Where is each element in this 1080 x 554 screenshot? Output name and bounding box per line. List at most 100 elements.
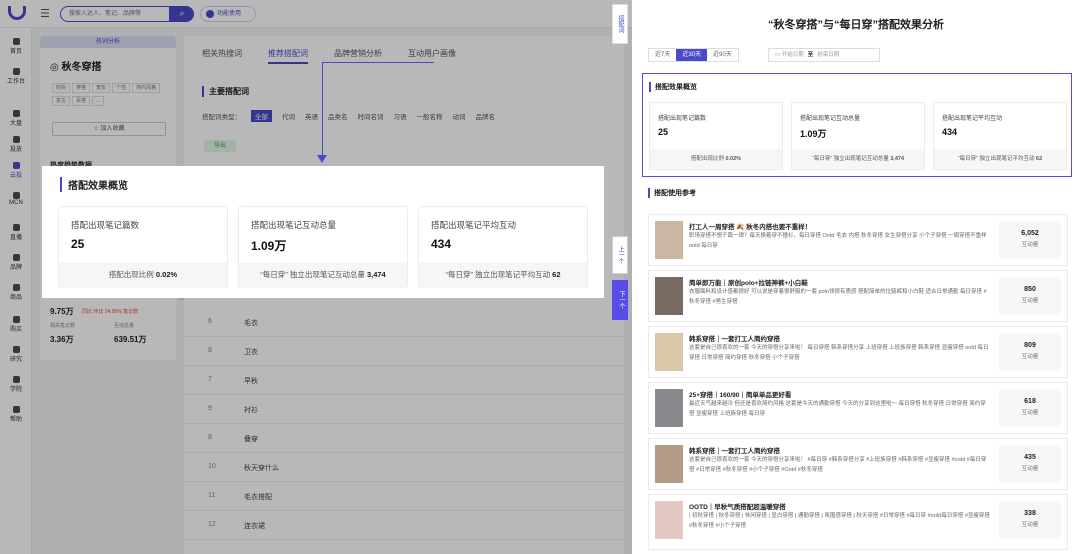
note-stat-value: 6,052 (1021, 230, 1039, 237)
note-title[interactable]: 打工人一周穿搭 🍂 秋冬内搭也要不重样！ (689, 221, 989, 231)
metric-card: 搭配出现笔记平均互动 434 “每日穿” 独立出现笔记平均互动 62 (933, 102, 1067, 170)
popup-title: 搭配效果概览 (60, 177, 128, 192)
metric-foot-value: 3,474 (890, 156, 904, 162)
range-30d[interactable]: 近30天 (676, 49, 708, 61)
note-stat-value: 618 (1024, 398, 1036, 405)
note-item[interactable]: OOTD｜早秋气质搭配超温暖穿搭 | 初秋穿搭 | 秋冬穿搭 | 休闲穿搭 | … (648, 494, 1068, 550)
metric-label: 搭配出现笔记篇数 (658, 116, 707, 122)
note-thumbnail[interactable] (655, 277, 683, 315)
note-stat-label: 互动量 (1021, 298, 1039, 304)
date-range-picker[interactable]: ▭ 开始日期至结束日期 (768, 48, 880, 62)
note-stat-label: 互动量 (1021, 242, 1039, 248)
range-90d[interactable]: 近90天 (707, 49, 738, 61)
metric-value: 25 (71, 237, 85, 251)
metric-foot-label: “每日穿” 独立出现笔记互动总量 (260, 270, 365, 279)
overview-popup: 搭配效果概览 搭配出现笔记篇数 25 搭配出现比例 0.02% 搭配出现笔记互动… (42, 166, 604, 298)
note-title[interactable]: 25+穿搭｜160/90｜简单单品更好看 (689, 389, 989, 399)
prev-button[interactable]: 上一个 (612, 236, 628, 274)
note-thumbnail[interactable] (655, 445, 683, 483)
analysis-panel: “秋冬穿搭”与“每日穿”搭配效果分析 近7天 近30天 近90天 ▭ 开始日期至结束… (632, 0, 1080, 554)
metric-card: 搭配出现笔记篇数 25 搭配出现比例 0.02% (58, 206, 228, 288)
note-item[interactable]: 韩系穿搭｜一套打工人简约穿搭 这套是自己很喜欢的一套 今天的穿搭分享来啦！ 每日… (648, 326, 1068, 378)
overview-box: 搭配效果概览 搭配出现笔记篇数 25 搭配出现比例 0.02% 搭配出现笔记互动… (642, 73, 1072, 177)
note-stat-value: 809 (1024, 342, 1036, 349)
note-stat: 618 互动量 (999, 389, 1061, 427)
note-text: 这套是自己很喜欢的一套 今天的穿搭分享来啦！ #每日穿 #韩系穿搭分享 #上班族… (689, 457, 987, 473)
note-stat: 338 互动量 (999, 501, 1061, 539)
date-sep: 至 (807, 52, 814, 58)
note-stat-value: 435 (1024, 454, 1036, 461)
overview-title: 搭配效果概览 (649, 82, 697, 92)
metric-label: 搭配出现笔记篇数 (71, 220, 140, 230)
note-title[interactable]: 韩系穿搭｜一套打工人简约穿搭 (689, 333, 989, 343)
next-button[interactable]: 下一个 (612, 280, 628, 320)
metric-foot-label: “每日穿” 独立出现笔记平均互动 (957, 156, 1035, 162)
note-title[interactable]: 简单即万能｜原创polo+拉链神裤+小白鞋 (689, 277, 989, 287)
note-item[interactable]: 25+穿搭｜160/90｜简单单品更好看 最近天气越来越冷 但还是喜欢简约风格 … (648, 382, 1068, 434)
note-thumbnail[interactable] (655, 333, 683, 371)
note-stat: 435 互动量 (999, 445, 1061, 483)
metric-foot: “每日穿” 独立出现笔记互动总量 3,474 (239, 262, 407, 288)
note-item[interactable]: 简单即万能｜原创polo+拉链神裤+小白鞋 衣服面料和设计感都很好 可以说是穿着… (648, 270, 1068, 322)
connector-line (322, 62, 434, 63)
left-app-screenshot: ☰ 搜索入达人、笔记、品牌等 ⌕ 功能使用 首页 工作台 大盘 投放 云投 MC… (0, 0, 632, 554)
metric-label: 搭配出现笔记平均互动 (431, 220, 517, 230)
metric-foot-value: 3,474 (366, 270, 386, 279)
note-text: 最近天气越来越冷 但还是喜欢简约风格 这套是今天的通勤穿搭 今天的分享到这里啦～… (689, 401, 986, 417)
note-thumbnail[interactable] (655, 501, 683, 539)
date-start: 开始日期 (781, 52, 804, 58)
note-text: 衣服面料和设计感都很好 可以说是穿着很舒服的一套 polo领很有质感 搭配简单的… (689, 289, 987, 305)
note-stat-value: 850 (1024, 286, 1036, 293)
range-7d[interactable]: 近7天 (649, 49, 676, 61)
metric-foot: “每日穿” 独立出现笔记平均互动 62 (419, 262, 587, 288)
metric-label: 搭配出现笔记平均互动 (942, 116, 1003, 122)
metric-card: 搭配出现笔记互动总量 1.09万 “每日穿” 独立出现笔记互动总量 3,474 (791, 102, 925, 170)
screen: ☰ 搜索入达人、笔记、品牌等 ⌕ 功能使用 首页 工作台 大盘 投放 云投 MC… (0, 0, 1080, 554)
note-title[interactable]: 韩系穿搭｜一套打工人简约穿搭 (689, 445, 989, 455)
metric-foot-label: “每日穿” 独立出现笔记互动总量 (812, 156, 889, 162)
note-stat-label: 互动量 (1021, 354, 1039, 360)
note-title[interactable]: OOTD｜早秋气质搭配超温暖穿搭 (689, 501, 989, 511)
metric-card: 搭配出现笔记平均互动 434 “每日穿” 独立出现笔记平均互动 62 (418, 206, 588, 288)
note-text: 这套是自己很喜欢的一套 今天的穿搭分享来啦！ 每日穿搭 韩系穿搭分享 上班穿搭 … (689, 345, 989, 361)
connector-line (322, 62, 323, 158)
note-stat-label: 互动量 (1021, 410, 1039, 416)
metric-value: 1.09万 (800, 129, 827, 139)
note-thumbnail[interactable] (655, 389, 683, 427)
note-stat-value: 338 (1024, 510, 1036, 517)
note-text: | 初秋穿搭 | 秋冬穿搭 | 休闲穿搭 | 显白穿搭 | 通勤穿搭 | 氛围感… (689, 513, 990, 529)
metric-foot: “每日穿” 独立出现笔记平均互动 62 (934, 149, 1066, 169)
note-thumbnail[interactable] (655, 221, 683, 259)
reference-title: 搭配使用参考 (648, 188, 696, 198)
note-item[interactable]: 打工人一周穿搭 🍂 秋冬内搭也要不重样！ 职场穿搭不想千篇一律？每天换着穿不撞衫… (648, 214, 1068, 266)
metric-card: 搭配出现笔记篇数 25 搭配出现比例 0.02% (649, 102, 783, 170)
metric-value: 434 (942, 127, 958, 137)
arrow-down-icon (317, 155, 327, 163)
note-stat: 809 互动量 (999, 333, 1061, 371)
metric-foot-value: 62 (552, 270, 561, 279)
calendar-icon: ▭ (775, 52, 781, 58)
metric-label: 搭配出现笔记互动总量 (800, 116, 861, 122)
metric-foot-value: 0.02% (155, 270, 178, 279)
note-item[interactable]: 韩系穿搭｜一套打工人简约穿搭 这套是自己很喜欢的一套 今天的穿搭分享来啦！ #每… (648, 438, 1068, 490)
metric-value: 1.09万 (251, 239, 287, 253)
note-stat-label: 互动量 (1021, 466, 1039, 472)
range-selector: 近7天 近30天 近90天 (648, 48, 739, 62)
collocation-side-button[interactable]: 搭配词 (612, 4, 628, 44)
metric-value: 25 (658, 127, 669, 137)
analysis-title: “秋冬穿搭”与“每日穿”搭配效果分析 (768, 19, 944, 31)
metric-foot: “每日穿” 独立出现笔记互动总量 3,474 (792, 149, 924, 169)
note-stat-label: 互动量 (1021, 522, 1039, 528)
note-stat: 850 互动量 (999, 277, 1061, 315)
metric-foot-value: 0.02% (725, 156, 742, 162)
metric-foot-value: 62 (1036, 156, 1043, 162)
metric-foot-label: 搭配出现比例 (690, 156, 724, 162)
note-text: 职场穿搭不想千篇一律？每天换着穿不撞衫，每日穿搭 Ootd 毛衣 内搭 秋冬穿搭… (689, 233, 987, 249)
metric-card: 搭配出现笔记互动总量 1.09万 “每日穿” 独立出现笔记互动总量 3,474 (238, 206, 408, 288)
metric-foot-label: “每日穿” 独立出现笔记平均互动 (445, 270, 551, 279)
note-stat: 6,052 互动量 (999, 221, 1061, 259)
metric-value: 434 (431, 237, 452, 251)
metric-label: 搭配出现笔记互动总量 (251, 220, 337, 230)
date-end: 结束日期 (817, 52, 840, 58)
metric-foot: 搭配出现比例 0.02% (59, 262, 227, 288)
